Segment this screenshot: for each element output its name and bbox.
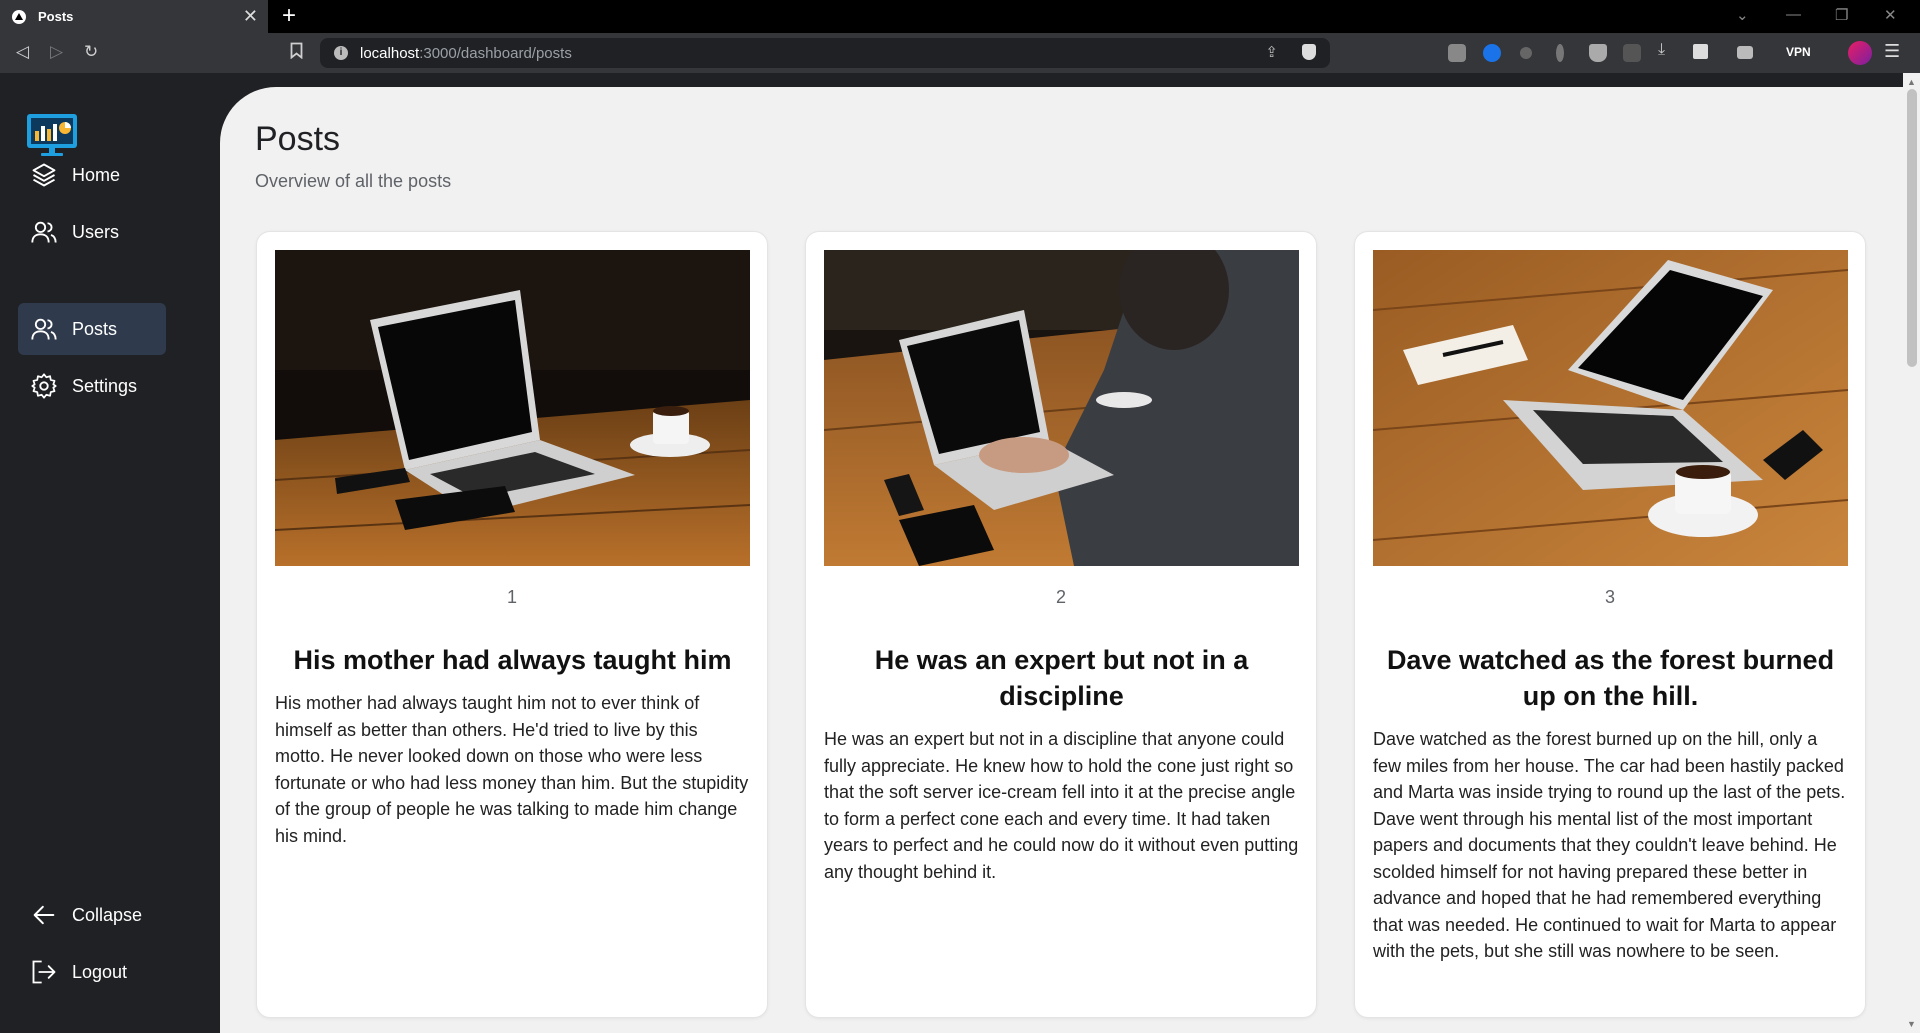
- wallet-icon[interactable]: [1737, 46, 1753, 59]
- site-favicon-icon: [12, 9, 26, 24]
- download-icon[interactable]: ⤓: [1658, 41, 1676, 59]
- post-card[interactable]: 1 His mother had always taught him His m…: [256, 231, 768, 1018]
- layers-icon: [32, 163, 56, 187]
- users-icon: [31, 221, 57, 243]
- post-image: [824, 250, 1299, 566]
- share-icon[interactable]: ⇪: [1265, 43, 1278, 61]
- sidebar-item-home[interactable]: Home: [18, 149, 166, 201]
- ublock-extension-icon[interactable]: [1448, 44, 1466, 62]
- post-number: 3: [1604, 587, 1615, 607]
- sidebar-item-label: Users: [72, 221, 120, 242]
- sidebar-item-settings[interactable]: Settings: [18, 360, 166, 412]
- post-card[interactable]: 3 Dave watched as the forest burned up o…: [1354, 231, 1866, 1018]
- scrollbar-thumb[interactable]: [1907, 89, 1917, 367]
- arrow-left-icon: [33, 905, 55, 925]
- back-icon[interactable]: ◁: [16, 42, 29, 62]
- scroll-down-arrow-icon[interactable]: ▼: [1907, 1019, 1916, 1029]
- post-title: He was an expert but not in a discipline: [874, 645, 1249, 711]
- page-subtitle: Overview of all the posts: [255, 171, 452, 191]
- page-scrollbar[interactable]: ▲ ▼: [1903, 73, 1920, 1033]
- forward-icon[interactable]: ▷: [50, 42, 63, 62]
- logout-button[interactable]: Logout: [18, 946, 166, 998]
- profile-avatar[interactable]: [1848, 41, 1872, 65]
- url-host: localhost: [360, 44, 420, 62]
- sidebar-item-label: Posts: [72, 318, 118, 339]
- sidebar-toggle-icon[interactable]: [1693, 44, 1708, 59]
- post-number: 1: [506, 587, 517, 607]
- browser-tab[interactable]: Posts ✕: [0, 0, 268, 33]
- menu-icon[interactable]: ☰: [1884, 41, 1900, 62]
- sidebar-item-label: Home: [72, 164, 121, 185]
- post-number: 2: [1055, 587, 1066, 607]
- shazam-extension-icon[interactable]: [1483, 44, 1501, 62]
- close-window-icon[interactable]: ✕: [1884, 6, 1897, 24]
- browser-toolbar: ◁ ▷ ↻ i localhost:3000/dashboard/posts ⇪…: [0, 33, 1920, 73]
- main-content: Posts Overview of all the posts 1 His mo…: [220, 87, 1903, 1033]
- page-title: Posts: [255, 120, 341, 158]
- site-info-icon[interactable]: i: [334, 46, 348, 60]
- bookmark-icon[interactable]: [290, 42, 303, 64]
- extension-icon[interactable]: [1556, 44, 1564, 62]
- url-path: :3000/dashboard/posts: [419, 44, 572, 62]
- browser-tab-title: Posts: [38, 9, 74, 24]
- sidebar-item-label: Settings: [72, 375, 138, 396]
- gear-icon: [31, 373, 57, 399]
- puzzle-extensions-icon[interactable]: [1623, 44, 1641, 62]
- new-tab-button[interactable]: +: [282, 2, 296, 30]
- post-image: [1373, 250, 1848, 566]
- brave-shields-icon[interactable]: [1302, 44, 1316, 60]
- post-card[interactable]: 2 He was an expert but not in a discipli…: [805, 231, 1317, 1018]
- scroll-up-arrow-icon[interactable]: ▲: [1907, 77, 1916, 87]
- collapse-label: Collapse: [72, 904, 143, 925]
- sidebar-item-users[interactable]: Users: [18, 206, 166, 258]
- logout-label: Logout: [72, 961, 128, 982]
- close-tab-icon[interactable]: ✕: [243, 6, 258, 27]
- post-image: [275, 250, 750, 566]
- post-body: He was an expert but not in a discipline…: [824, 729, 1299, 882]
- post-body: His mother had always taught him not to …: [275, 693, 749, 846]
- minimize-window-icon[interactable]: —: [1786, 6, 1801, 23]
- tab-search-chevron-icon[interactable]: ⌄: [1736, 6, 1749, 24]
- shield-extension-icon[interactable]: [1589, 44, 1607, 62]
- browser-tab-bar: Posts ✕ + ⌄ — ❐ ✕: [0, 0, 1920, 33]
- post-title: His mother had always taught him: [293, 645, 732, 675]
- collapse-button[interactable]: Collapse: [18, 889, 166, 941]
- users-icon: [31, 318, 57, 340]
- post-body: Dave watched as the forest burned up on …: [1373, 729, 1846, 961]
- sidebar: Home Users Posts Settings Collapse Logou…: [0, 73, 220, 1033]
- sidebar-item-posts[interactable]: Posts: [18, 303, 166, 355]
- vpn-button[interactable]: VPN: [1780, 42, 1817, 62]
- reload-icon[interactable]: ↻: [84, 42, 98, 62]
- post-title: Dave watched as the forest burned up on …: [1386, 645, 1835, 711]
- maximize-window-icon[interactable]: ❐: [1835, 6, 1848, 24]
- logout-icon: [32, 960, 56, 984]
- address-bar[interactable]: i localhost:3000/dashboard/posts ⇪: [320, 38, 1330, 68]
- extension-icon[interactable]: [1520, 47, 1532, 59]
